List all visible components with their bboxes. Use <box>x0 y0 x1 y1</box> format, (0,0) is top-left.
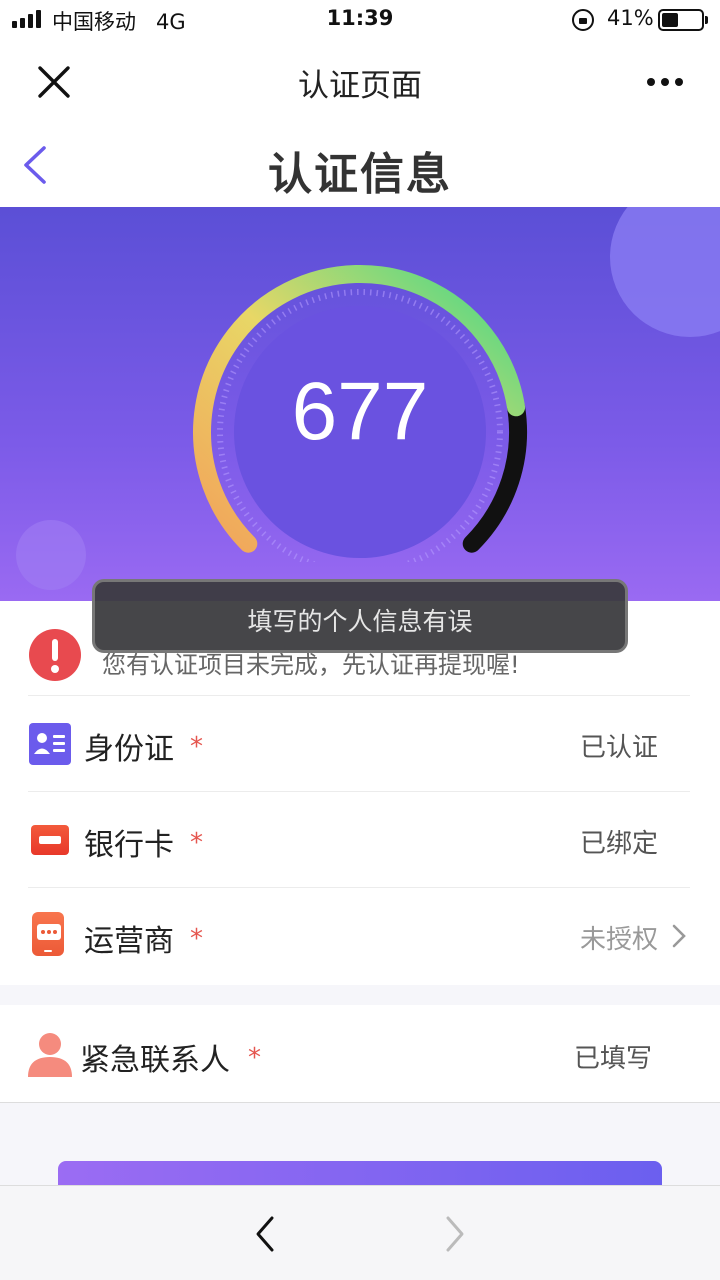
orientation-lock-icon <box>572 9 594 31</box>
webview-title: 认证页面 <box>298 68 422 104</box>
bank-card-icon <box>31 825 69 855</box>
item-label: 紧急联系人 <box>80 1043 230 1078</box>
person-icon <box>28 1033 72 1077</box>
decor-bubble <box>16 520 86 590</box>
webview-top-bar: 认证页面 <box>0 40 720 124</box>
browser-bottom-nav <box>0 1185 720 1280</box>
credit-score: 677 <box>291 366 429 457</box>
chevron-right-icon <box>672 924 686 948</box>
id-card-icon <box>29 723 71 765</box>
item-status: 未授权 <box>579 925 658 955</box>
score-hero: 677 <box>0 207 720 602</box>
decor-bubble <box>610 207 720 337</box>
page-header: 认证信息 <box>0 124 720 208</box>
item-carrier[interactable]: 运营商 * 未授权 <box>28 887 690 983</box>
required-mark: * <box>190 732 203 762</box>
item-status: 已绑定 <box>579 829 658 859</box>
item-status: 已填写 <box>573 1044 652 1074</box>
alert-icon <box>29 629 81 681</box>
more-icon[interactable] <box>640 64 690 100</box>
verification-card: 您有认证项目未完成，先认证再提现喔! 身份证 * 已认证 银行卡 * 已绑定 运… <box>0 601 720 985</box>
nav-forward-icon[interactable] <box>440 1214 470 1254</box>
item-label: 身份证 <box>84 732 174 767</box>
carrier-icon <box>32 912 64 956</box>
item-label: 银行卡 <box>84 828 174 863</box>
battery-percent: 41% <box>607 6 654 30</box>
required-mark: * <box>190 924 203 954</box>
item-emergency-contact[interactable]: 紧急联系人 * 已填写 <box>0 1005 720 1103</box>
nav-back-icon[interactable] <box>250 1214 280 1254</box>
error-toast: 填写的个人信息有误 <box>92 579 628 653</box>
toast-text: 填写的个人信息有误 <box>247 607 473 636</box>
page-title: 认证信息 <box>268 149 452 200</box>
item-status: 已认证 <box>579 733 658 763</box>
battery-icon <box>658 9 708 31</box>
required-mark: * <box>190 828 203 858</box>
status-bar: 中国移动 4G 11:39 41% <box>0 0 720 40</box>
item-id-card[interactable]: 身份证 * 已认证 <box>28 695 690 791</box>
required-mark: * <box>248 1043 261 1073</box>
item-label: 运营商 <box>84 924 174 959</box>
item-bank-card[interactable]: 银行卡 * 已绑定 <box>28 791 690 887</box>
